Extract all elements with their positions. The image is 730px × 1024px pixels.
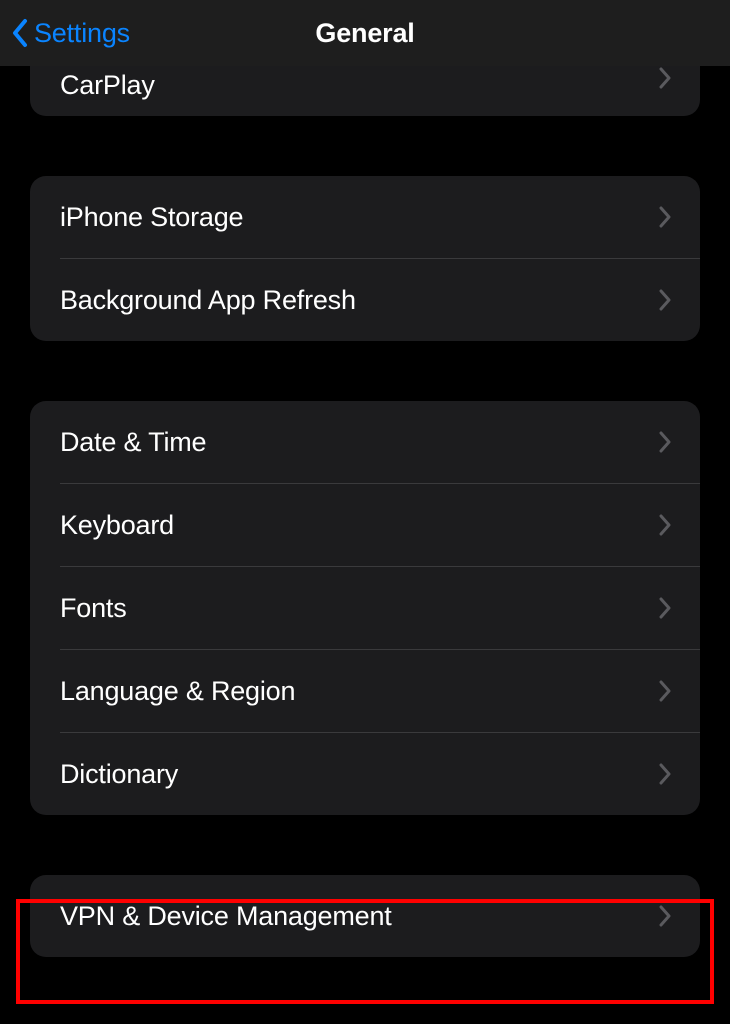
chevron-right-icon	[658, 288, 672, 312]
row-fonts[interactable]: Fonts	[30, 567, 700, 649]
chevron-right-icon	[658, 596, 672, 620]
row-label: Fonts	[60, 593, 127, 624]
row-background-app-refresh[interactable]: Background App Refresh	[30, 259, 700, 341]
row-label: Date & Time	[60, 427, 206, 458]
row-vpn-device-management[interactable]: VPN & Device Management	[30, 875, 700, 957]
settings-group-storage: iPhone Storage Background App Refresh	[30, 176, 700, 341]
page-title: General	[315, 18, 414, 49]
row-carplay[interactable]: CarPlay	[30, 66, 700, 116]
row-iphone-storage[interactable]: iPhone Storage	[30, 176, 700, 258]
chevron-right-icon	[658, 66, 672, 90]
row-label: VPN & Device Management	[60, 901, 392, 932]
chevron-right-icon	[658, 904, 672, 928]
row-label: iPhone Storage	[60, 202, 243, 233]
row-language-region[interactable]: Language & Region	[30, 650, 700, 732]
row-label: Background App Refresh	[60, 285, 356, 316]
row-label: CarPlay	[60, 66, 155, 104]
settings-group-vpn: VPN & Device Management	[30, 875, 700, 957]
back-label: Settings	[34, 18, 130, 49]
chevron-right-icon	[658, 762, 672, 786]
row-dictionary[interactable]: Dictionary	[30, 733, 700, 815]
chevron-right-icon	[658, 430, 672, 454]
navigation-bar: Settings General	[0, 0, 730, 66]
row-label: Keyboard	[60, 510, 174, 541]
settings-group-system: Date & Time Keyboard Fonts	[30, 401, 700, 815]
chevron-right-icon	[658, 679, 672, 703]
row-label: Dictionary	[60, 759, 178, 790]
row-date-time[interactable]: Date & Time	[30, 401, 700, 483]
settings-group-carplay: CarPlay	[30, 66, 700, 116]
back-button[interactable]: Settings	[12, 18, 130, 49]
chevron-right-icon	[658, 205, 672, 229]
chevron-right-icon	[658, 513, 672, 537]
row-label: Language & Region	[60, 676, 295, 707]
row-keyboard[interactable]: Keyboard	[30, 484, 700, 566]
chevron-left-icon	[12, 18, 30, 48]
settings-content: CarPlay iPhone Storage Background App Re…	[0, 66, 730, 957]
